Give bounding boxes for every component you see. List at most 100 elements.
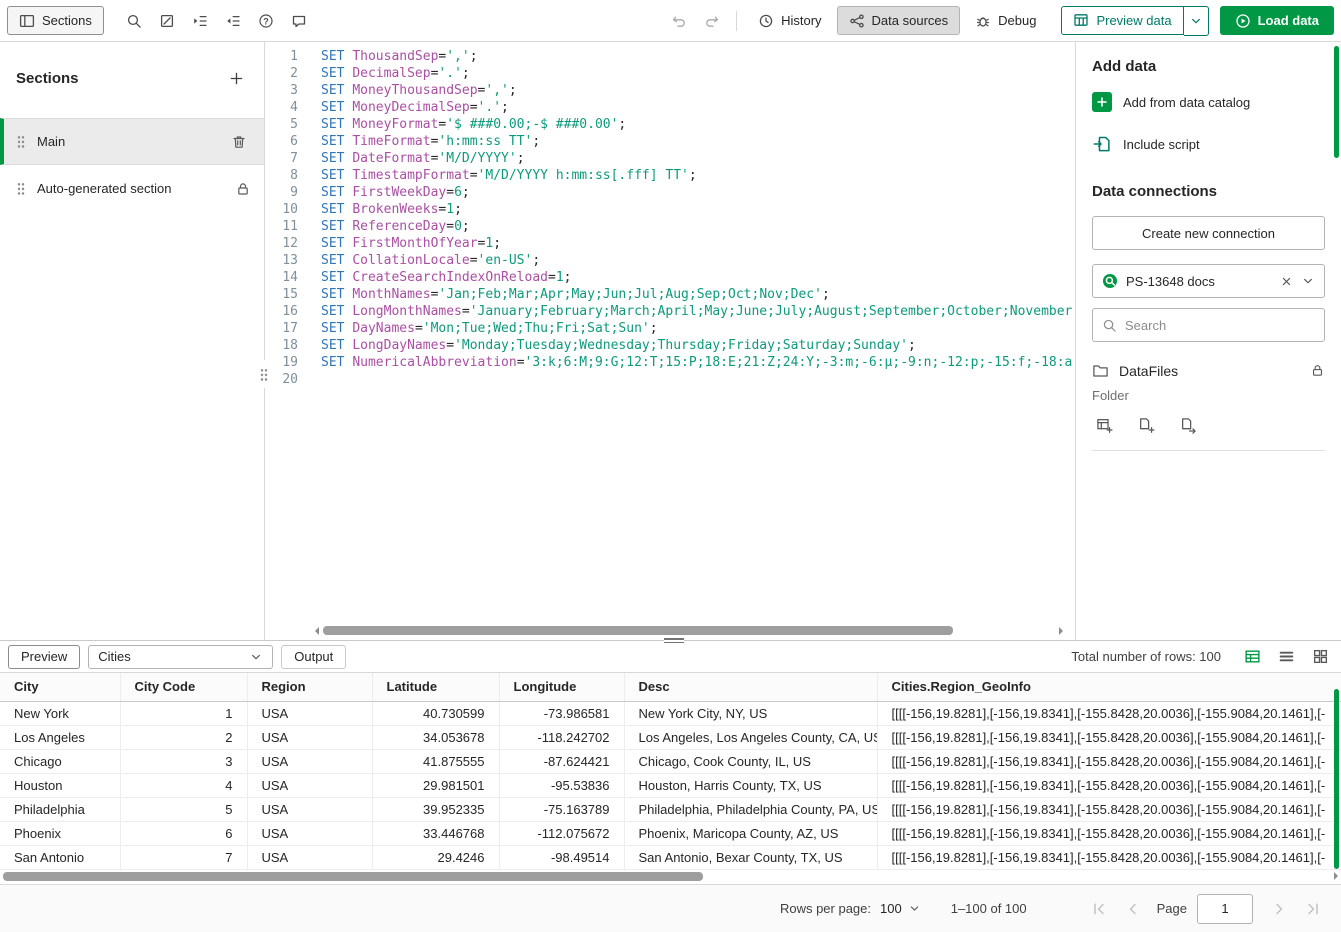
insert-script-button[interactable] (1134, 413, 1158, 437)
create-connection-button[interactable]: Create new connection (1092, 216, 1325, 250)
previous-page-button[interactable] (1119, 895, 1147, 923)
table-view-button[interactable] (1239, 645, 1265, 669)
undo-button[interactable] (664, 6, 694, 36)
column-header[interactable]: Cities.Region_GeoInfo (877, 673, 1341, 701)
sidebar-item-auto-generated[interactable]: Auto-generated section (0, 165, 264, 212)
table-row[interactable]: Philadelphia5USA39.952335-75.163789Phila… (0, 797, 1341, 821)
chevron-down-icon[interactable] (1301, 274, 1315, 288)
vertical-scrollbar[interactable] (1334, 46, 1339, 158)
code-line[interactable]: SET CollationLocale='en-US'; (321, 252, 1075, 269)
code-line[interactable]: SET FirstMonthOfYear=1; (321, 235, 1075, 252)
code-line[interactable]: SET TimestampFormat='M/D/YYYY h:mm:ss[.f… (321, 167, 1075, 184)
grid-view-button[interactable] (1307, 645, 1333, 669)
connection-search[interactable] (1092, 308, 1325, 342)
code-line[interactable]: SET LongMonthNames='January;February;Mar… (321, 303, 1075, 320)
list-view-button[interactable] (1273, 645, 1299, 669)
code-line[interactable]: SET BrokenWeeks=1; (321, 201, 1075, 218)
code-line[interactable]: SET CreateSearchIndexOnReload=1; (321, 269, 1075, 286)
connection-item[interactable]: DataFiles Folder (1092, 362, 1325, 451)
output-tab-button[interactable]: Output (281, 645, 346, 669)
code-line[interactable]: SET FirstWeekDay=6; (321, 184, 1075, 201)
dataset-select[interactable]: Cities (88, 645, 273, 669)
code-line[interactable]: SET MoneyDecimalSep='.'; (321, 99, 1075, 116)
code-line[interactable]: SET MoneyThousandSep=','; (321, 82, 1075, 99)
add-section-button[interactable] (224, 66, 248, 90)
table-row[interactable]: San Antonio7USA29.4246-98.49514San Anton… (0, 845, 1341, 869)
first-page-icon (1091, 901, 1107, 917)
code-line[interactable]: SET MonthNames='Jan;Feb;Mar;Apr;May;Jun;… (321, 286, 1075, 303)
column-header[interactable]: Latitude (372, 673, 499, 701)
table-row[interactable]: Houston4USA29.981501-95.53836Houston, Ha… (0, 773, 1341, 797)
table-row[interactable]: Phoenix6USA33.446768-112.075672Phoenix, … (0, 821, 1341, 845)
code-line[interactable]: SET MoneyFormat='$ ###0.00;-$ ###0.00'; (321, 116, 1075, 133)
code-line[interactable] (321, 371, 1075, 388)
code-line[interactable]: SET DateFormat='M/D/YYYY'; (321, 150, 1075, 167)
connection-search-input[interactable] (1125, 318, 1315, 333)
redo-button[interactable] (697, 6, 727, 36)
table-horizontal-scrollbar[interactable] (3, 872, 703, 881)
line-number: 9 (265, 184, 298, 201)
include-script-button[interactable]: Include script (1092, 123, 1325, 165)
scroll-left-icon[interactable] (315, 627, 319, 635)
table-row[interactable]: Los Angeles2USA34.053678-118.242702Los A… (0, 725, 1341, 749)
table-row[interactable]: New York1USA40.730599-73.986581New York … (0, 701, 1341, 725)
comment-code-button[interactable] (152, 6, 182, 36)
scrollbar-track[interactable] (323, 626, 1055, 635)
line-number: 18 (265, 337, 298, 354)
code-line[interactable]: SET ThousandSep=','; (321, 48, 1075, 65)
edit-connection-button[interactable] (1176, 413, 1200, 437)
code-line[interactable]: SET TimeFormat='h:mm:ss TT'; (321, 133, 1075, 150)
panel-resize-handle[interactable] (259, 360, 269, 388)
table-cell: 3 (120, 749, 247, 773)
code-line[interactable]: SET DecimalSep='.'; (321, 65, 1075, 82)
folder-icon (1092, 362, 1109, 379)
data-sources-button[interactable]: Data sources (837, 6, 961, 35)
editor-horizontal-scrollbar[interactable] (315, 626, 1063, 635)
search-button[interactable] (119, 6, 149, 36)
help-button[interactable]: ? (251, 6, 281, 36)
code-line[interactable]: SET NumericalAbbreviation='3:k;6:M;9:G;1… (321, 354, 1075, 371)
last-page-button[interactable] (1299, 895, 1327, 923)
column-header[interactable]: City (0, 673, 120, 701)
preview-data-button[interactable]: Preview data (1061, 6, 1183, 35)
scrollbar-thumb[interactable] (323, 626, 953, 635)
script-editor[interactable]: 1234567891011121314151617181920 SET Thou… (265, 42, 1075, 640)
code-line[interactable]: SET ReferenceDay=0; (321, 218, 1075, 235)
column-header[interactable]: Longitude (499, 673, 624, 701)
page-input[interactable] (1197, 894, 1253, 924)
preview-data-dropdown-button[interactable] (1184, 6, 1209, 36)
drag-handle-icon[interactable] (17, 135, 25, 148)
column-header[interactable]: Desc (624, 673, 877, 701)
column-header[interactable]: Region (247, 673, 372, 701)
debug-button[interactable]: Debug (963, 6, 1048, 35)
rows-per-page-select[interactable]: 100 (880, 901, 921, 916)
line-number: 15 (265, 286, 298, 303)
sidebar-item-main[interactable]: Main (0, 118, 264, 165)
clear-icon[interactable] (1280, 275, 1293, 288)
preview-tab-button[interactable]: Preview (8, 645, 80, 669)
indent-button[interactable] (185, 6, 215, 36)
select-data-button[interactable] (1092, 413, 1116, 437)
panel-resize-handle[interactable] (664, 636, 684, 645)
code-line[interactable]: SET DayNames='Mon;Tue;Wed;Thu;Fri;Sat;Su… (321, 320, 1075, 337)
add-note-button[interactable] (284, 6, 314, 36)
code-content[interactable]: SET ThousandSep=',';SET DecimalSep='.';S… (311, 42, 1075, 640)
code-line[interactable]: SET LongDayNames='Monday;Tuesday;Wednesd… (321, 337, 1075, 354)
outdent-button[interactable] (218, 6, 248, 36)
table-vertical-scrollbar[interactable] (1334, 689, 1339, 869)
next-page-button[interactable] (1265, 895, 1293, 923)
table-row[interactable]: Chicago3USA41.875555-87.624421Chicago, C… (0, 749, 1341, 773)
sections-toggle-button[interactable]: Sections (7, 6, 104, 35)
history-button[interactable]: History (746, 6, 833, 35)
table-cell: USA (247, 773, 372, 797)
scroll-right-icon[interactable] (1334, 872, 1338, 880)
scroll-right-icon[interactable] (1059, 627, 1063, 635)
load-data-button[interactable]: Load data (1220, 6, 1334, 35)
add-from-catalog-button[interactable]: Add from data catalog (1092, 81, 1325, 123)
load-data-icon (1235, 13, 1251, 29)
connection-item-header[interactable]: DataFiles (1092, 362, 1325, 379)
delete-section-button[interactable] (227, 130, 251, 154)
connection-select[interactable]: PS-13648 docs (1092, 264, 1325, 298)
column-header[interactable]: City Code (120, 673, 247, 701)
first-page-button[interactable] (1085, 895, 1113, 923)
